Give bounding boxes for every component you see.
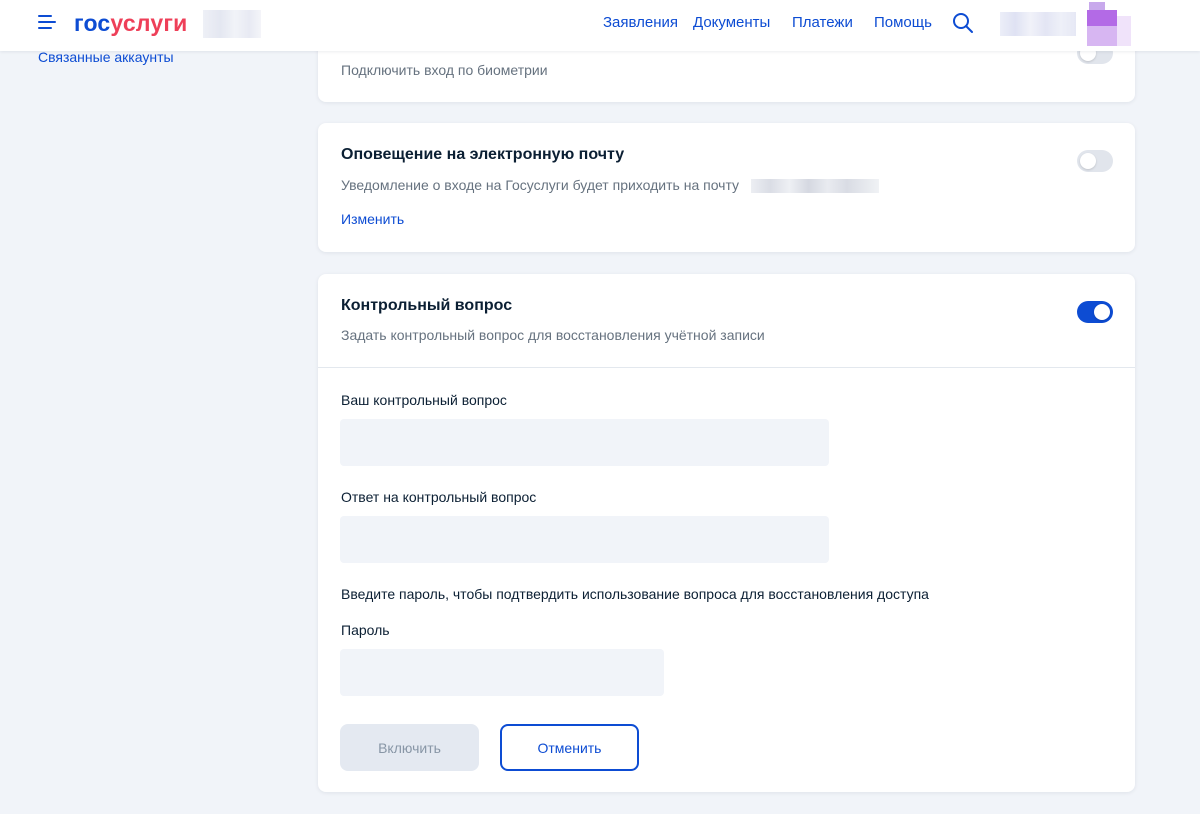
password-label: Пароль	[341, 622, 390, 638]
password-input[interactable]	[340, 649, 664, 696]
nav-applications[interactable]: Заявления	[603, 14, 678, 32]
security-question-card: Контрольный вопрос Задать контрольный во…	[318, 274, 1135, 792]
nav-documents[interactable]: Документы	[693, 14, 770, 32]
email-card-title: Оповещение на электронную почту	[341, 146, 625, 163]
answer-input[interactable]	[340, 516, 829, 563]
top-header: госуслуги Заявления Документы Платежи По…	[0, 0, 1200, 51]
toggle-knob	[1094, 304, 1110, 320]
question-input[interactable]	[340, 419, 829, 466]
email-card-description: Уведомление о входе на Госуслуги будет п…	[341, 177, 740, 193]
biometrics-description: Подключить вход по биометрии	[341, 62, 548, 78]
nav-help[interactable]: Помощь	[874, 14, 932, 32]
enable-button[interactable]: Включить	[340, 724, 479, 771]
answer-label: Ответ на контрольный вопрос	[341, 489, 537, 505]
card-divider	[318, 367, 1135, 368]
password-note: Введите пароль, чтобы подтвердить исполь…	[341, 586, 929, 602]
security-question-title: Контрольный вопрос	[341, 297, 513, 314]
security-question-toggle[interactable]	[1077, 301, 1113, 323]
change-email-link[interactable]: Изменить	[341, 210, 404, 228]
cancel-button[interactable]: Отменить	[500, 724, 639, 771]
avatar[interactable]	[1087, 2, 1135, 48]
sidebar-item-linked-accounts[interactable]: Связанные аккаунты	[38, 49, 174, 65]
security-question-description: Задать контрольный вопрос для восстановл…	[341, 327, 765, 343]
toggle-knob	[1080, 153, 1096, 169]
search-icon[interactable]	[952, 12, 974, 34]
email-notification-card: Оповещение на электронную почту Уведомле…	[318, 123, 1135, 252]
email-address-blurred	[751, 179, 879, 193]
email-notification-toggle[interactable]	[1077, 150, 1113, 172]
question-label: Ваш контрольный вопрос	[341, 392, 507, 408]
nav-payments[interactable]: Платежи	[792, 14, 853, 32]
user-name-blurred[interactable]	[1000, 12, 1076, 36]
